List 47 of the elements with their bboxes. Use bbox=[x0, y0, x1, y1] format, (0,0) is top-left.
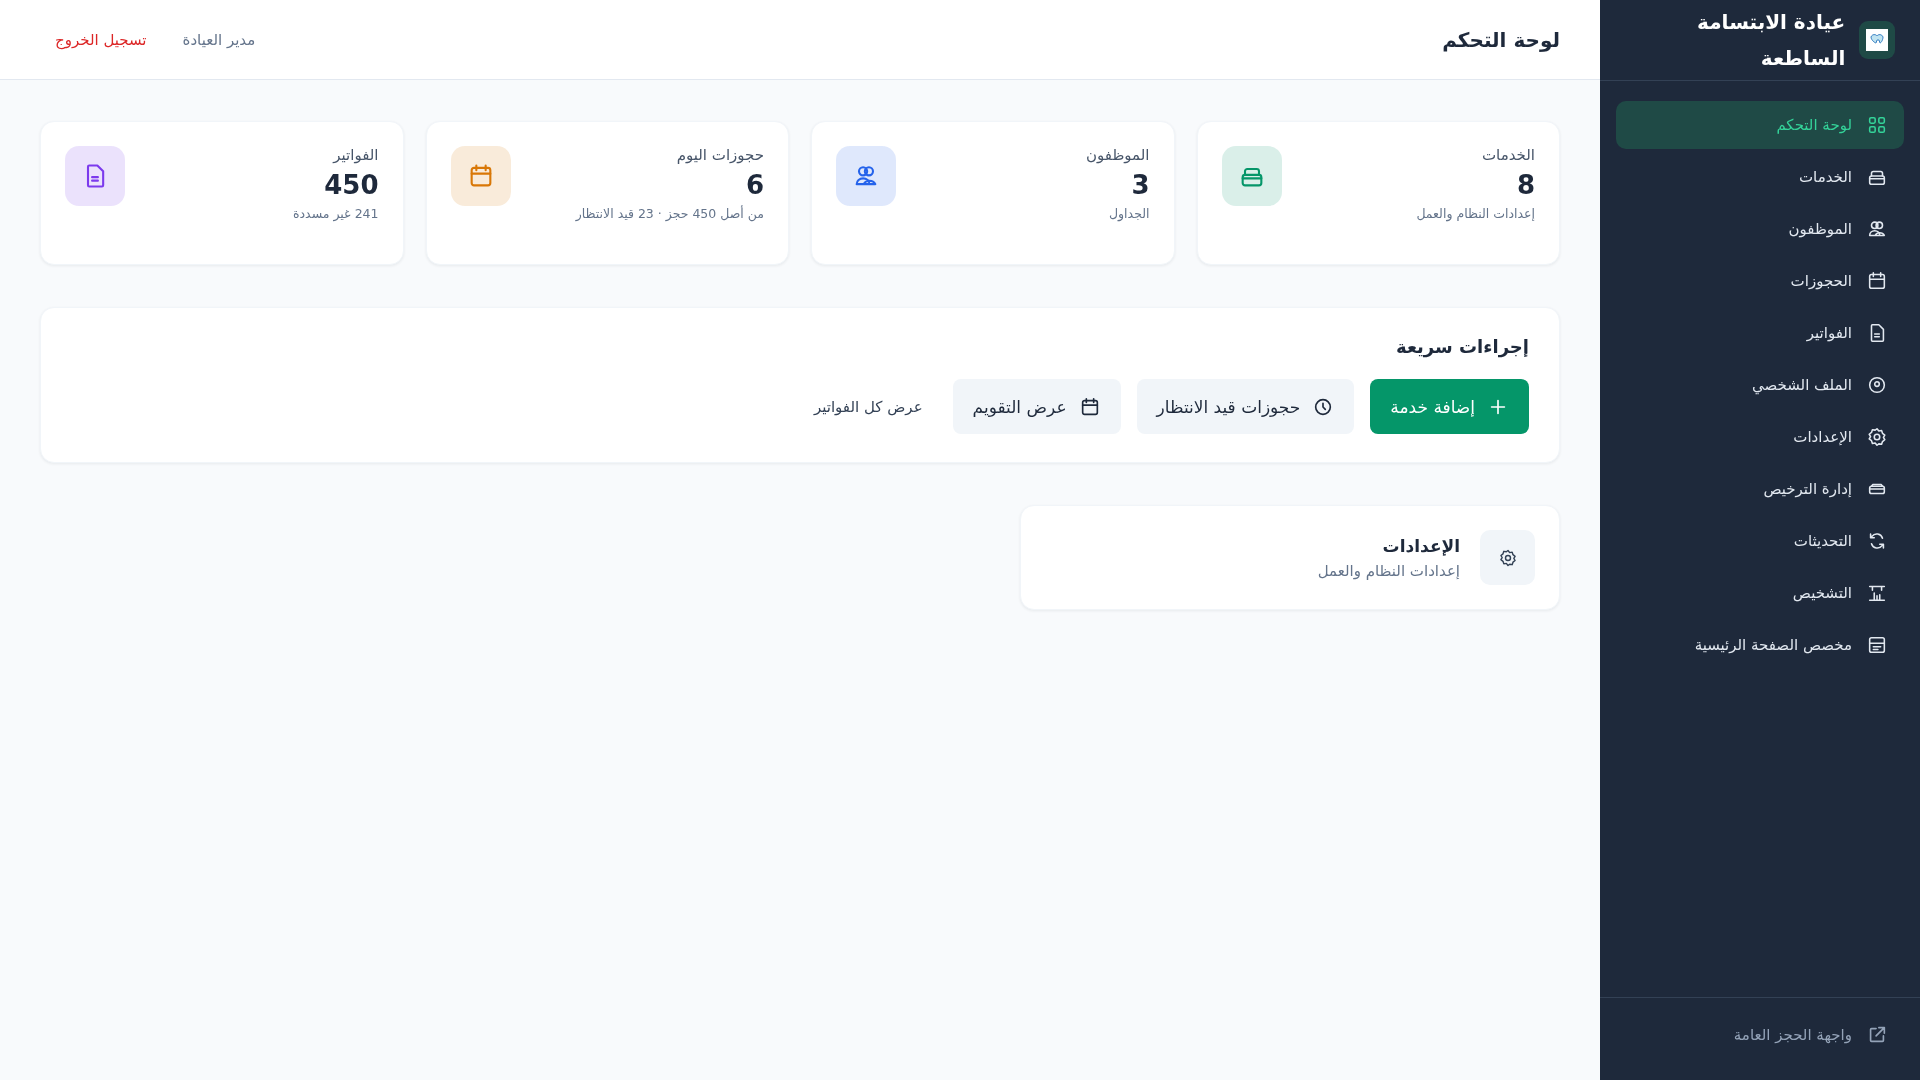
sidebar-item[interactable]: الحجوزات bbox=[1616, 257, 1904, 305]
sidebar-item[interactable]: إدارة الترخيص bbox=[1616, 465, 1904, 513]
stat-label: الفواتير bbox=[331, 146, 379, 164]
settings-card[interactable]: الإعدادات إعدادات النظام والعمل bbox=[1020, 505, 1560, 610]
logout-link[interactable]: تسجيل الخروج bbox=[55, 30, 147, 49]
action-button[interactable]: حجوزات قيد الانتظار bbox=[1136, 379, 1355, 434]
target-icon bbox=[1866, 374, 1888, 396]
stat-label: حجوزات اليوم bbox=[675, 146, 764, 164]
calendar-icon bbox=[450, 146, 511, 206]
sidebar-item[interactable]: لوحة التحكم bbox=[1616, 101, 1904, 149]
people-icon bbox=[836, 146, 896, 206]
stat-value: 6 bbox=[744, 170, 764, 200]
stat-label: الخدمات bbox=[1480, 146, 1535, 164]
logo-icon bbox=[1859, 21, 1895, 59]
action-button[interactable]: عرض التقويم bbox=[952, 379, 1121, 434]
sidebar-item[interactable]: الخدمات bbox=[1616, 153, 1904, 201]
settings-icon bbox=[1866, 426, 1888, 448]
stat-note: إعدادات النظام والعمل bbox=[1416, 206, 1535, 221]
invoices-link[interactable]: عرض كل الفواتير bbox=[799, 397, 937, 416]
sidebar-item[interactable]: الفواتير bbox=[1616, 309, 1904, 357]
stat-value: 450 bbox=[323, 170, 379, 200]
stat-note: من أصل 450 حجز · 23 قيد الانتظار bbox=[575, 206, 764, 221]
layout-icon bbox=[1866, 634, 1888, 656]
sidebar-item[interactable]: التشخيص bbox=[1616, 569, 1904, 617]
document-icon bbox=[65, 146, 125, 206]
stat-label: الموظفون bbox=[1086, 146, 1150, 164]
settings-icon bbox=[1480, 530, 1535, 585]
stat-value: 3 bbox=[1130, 170, 1150, 200]
stat-note: الجداول bbox=[1108, 206, 1150, 221]
stat-note: 241 غير مسددة bbox=[292, 206, 379, 221]
settings-title: الإعدادات bbox=[1381, 535, 1460, 556]
sidebar-item[interactable]: التحديثات bbox=[1616, 517, 1904, 565]
calendar-icon bbox=[1866, 270, 1888, 292]
public-booking-link[interactable]: واجهة الحجز العامة bbox=[1733, 1024, 1888, 1046]
clinic-name: عيادة الابتسامة الساطعة bbox=[1696, 9, 1846, 72]
sidebar-item[interactable]: الموظفون bbox=[1616, 205, 1904, 253]
sidebar-item[interactable]: الإعدادات bbox=[1616, 413, 1904, 461]
settings-subtitle: إعدادات النظام والعمل bbox=[1317, 561, 1460, 580]
stat-value: 8 bbox=[1515, 170, 1535, 200]
grid-icon bbox=[1866, 114, 1888, 136]
page-title: لوحة التحكم bbox=[1442, 27, 1560, 52]
action-button[interactable]: إضافة خدمة bbox=[1370, 379, 1529, 434]
box-icon bbox=[1221, 146, 1282, 206]
sidebar-item[interactable]: الملف الشخصي bbox=[1616, 361, 1904, 409]
user-role: مدير العيادة bbox=[182, 30, 256, 49]
sidebar-item[interactable]: مخصص الصفحة الرئيسية bbox=[1616, 621, 1904, 669]
section-title: إجراءات سريعة bbox=[1395, 336, 1529, 357]
